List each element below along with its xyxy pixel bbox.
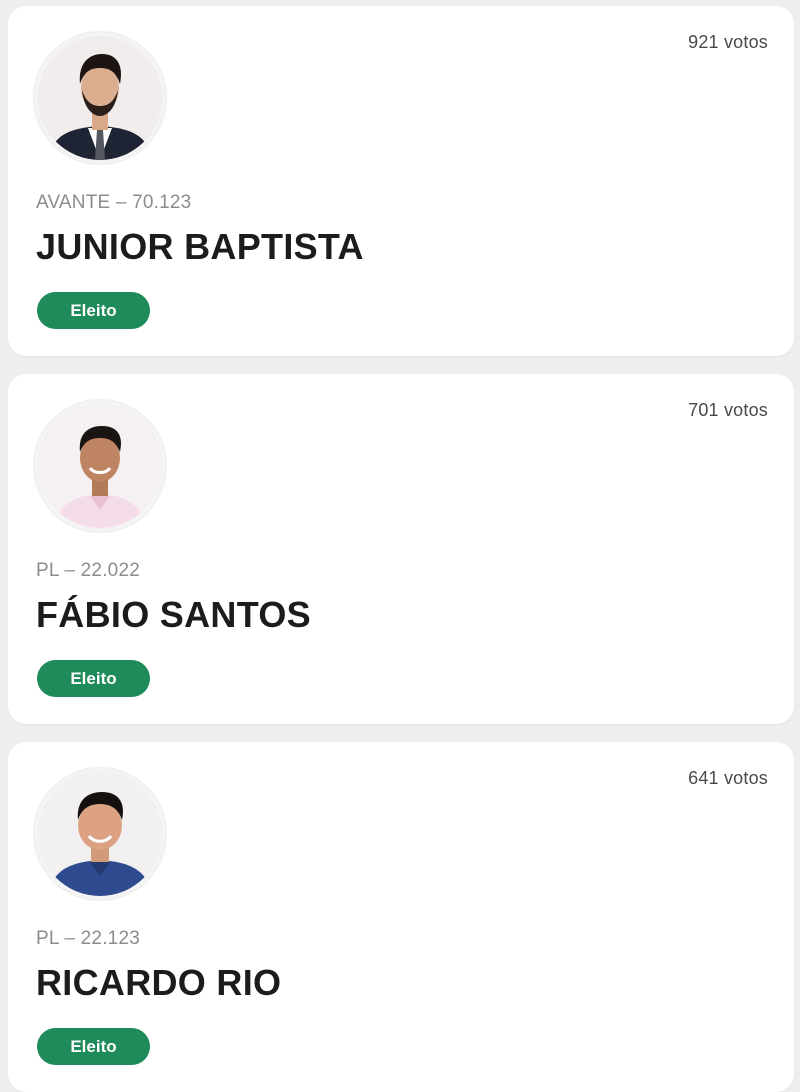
status-badge: Eleito xyxy=(37,292,150,329)
candidate-avatar xyxy=(34,768,166,900)
candidate-name: RICARDO RIO xyxy=(36,962,282,1003)
candidate-card[interactable]: 921 votos AVANTE – 70.123 JUNIOR BAPTIST… xyxy=(8,6,794,356)
candidate-avatar xyxy=(34,32,166,164)
party-number: PL – 22.123 xyxy=(36,928,140,949)
status-badge: Eleito xyxy=(37,1028,150,1065)
candidate-photo xyxy=(38,404,162,528)
candidate-list: 921 votos AVANTE – 70.123 JUNIOR BAPTIST… xyxy=(0,0,800,1092)
vote-count: 641 votos xyxy=(688,768,768,788)
vote-count: 921 votos xyxy=(688,32,768,52)
party-number: PL – 22.022 xyxy=(36,560,140,581)
vote-count: 701 votos xyxy=(688,400,768,420)
candidate-photo xyxy=(38,772,162,896)
candidate-photo xyxy=(38,36,162,160)
candidate-name: JUNIOR BAPTISTA xyxy=(36,226,364,267)
candidate-card[interactable]: 701 votos PL – 22.022 FÁBIO SANTOS Eleit… xyxy=(8,374,794,724)
candidate-avatar xyxy=(34,400,166,532)
party-number: AVANTE – 70.123 xyxy=(36,192,192,213)
candidate-card[interactable]: 641 votos PL – 22.123 RICARDO RIO Eleito xyxy=(8,742,794,1092)
status-badge: Eleito xyxy=(37,660,150,697)
candidate-name: FÁBIO SANTOS xyxy=(36,594,311,635)
